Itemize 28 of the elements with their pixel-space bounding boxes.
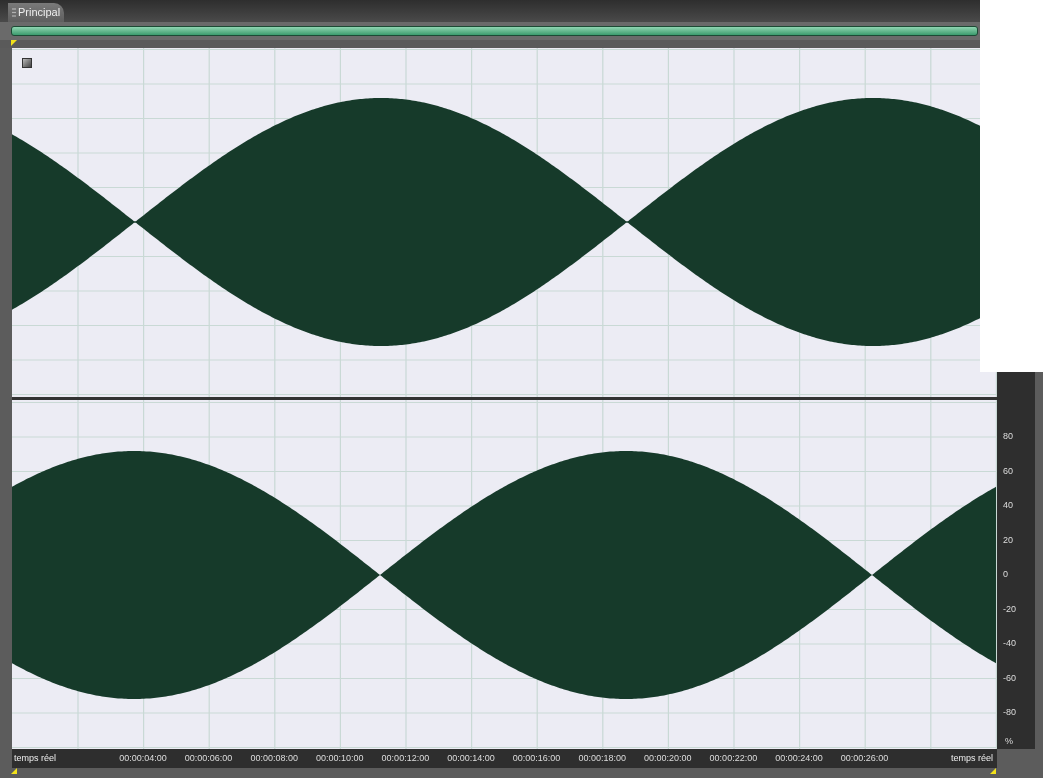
channel-toggle-icon[interactable] <box>22 58 32 68</box>
scale-label: -20 <box>1003 604 1016 614</box>
scale-label: -80 <box>1003 708 1016 717</box>
time-label: 00:00:04:00 <box>118 754 168 763</box>
time-label: 00:00:20:00 <box>643 754 693 763</box>
overview-bar[interactable] <box>11 26 978 36</box>
scale-label: 40 <box>1003 501 1013 510</box>
time-label: 00:00:24:00 <box>774 754 824 763</box>
time-label: 00:00:08:00 <box>249 754 299 763</box>
scale-label: -60 <box>1003 673 1016 683</box>
time-mode-label: temps réel <box>950 754 993 763</box>
time-label: 00:00:06:00 <box>183 754 234 763</box>
scale-label: -40 <box>1003 639 1016 648</box>
time-label: 00:00:14:00 <box>446 754 496 763</box>
time-mode-label: temps réel <box>14 754 57 763</box>
time-label: 00:00:12:00 <box>380 754 431 763</box>
grip-icon <box>12 8 16 17</box>
time-label: 00:00:16:00 <box>511 754 562 763</box>
time-label: 00:00:10:00 <box>315 754 365 763</box>
time-label: 00:00:18:00 <box>577 754 627 763</box>
scale-label: 60 <box>1003 466 1013 476</box>
scale-unit: % <box>1005 737 1013 746</box>
scale-label: 20 <box>1003 535 1013 545</box>
time-label: 00:00:26:00 <box>839 754 890 763</box>
scale-label: 0 <box>1003 570 1008 579</box>
tab[interactable]: Principal <box>8 3 65 22</box>
time-label: 00:00:22:00 <box>708 754 759 763</box>
scale-label: 80 <box>1003 432 1013 441</box>
